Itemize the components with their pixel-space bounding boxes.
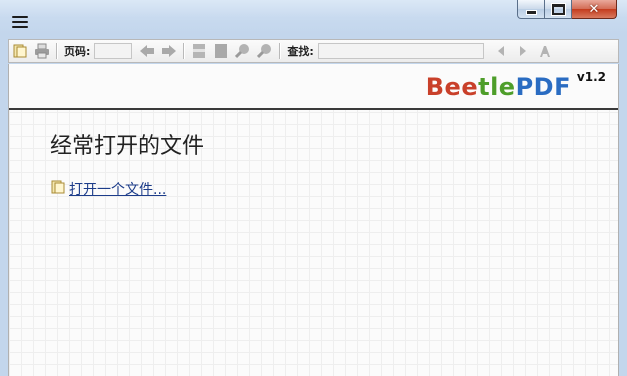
right-arrow-icon[interactable] [160, 42, 178, 60]
find-next-icon[interactable] [514, 42, 532, 60]
open-file-link-text[interactable]: 打开一个文件... [69, 179, 166, 199]
close-button[interactable]: ✕ [572, 0, 617, 19]
find-prev-icon[interactable] [492, 42, 510, 60]
zoom-in-icon[interactable] [234, 42, 252, 60]
maximize-button[interactable] [545, 0, 572, 19]
toolbar-separator [183, 43, 186, 59]
app-logo: BeetlePDF [426, 73, 571, 101]
match-case-icon[interactable] [536, 42, 554, 60]
version-label: v1.2 [576, 70, 606, 84]
brand-header: BeetlePDF v1.2 [9, 64, 618, 110]
zoom-out-icon[interactable] [256, 42, 274, 60]
toolbar-separator [279, 43, 282, 59]
left-arrow-icon[interactable] [138, 42, 156, 60]
toolbar-separator [56, 43, 58, 59]
minimize-icon [525, 9, 537, 15]
document-area: BeetlePDF v1.2 经常打开的文件 打开一个文件... [8, 64, 619, 376]
logo-part-1: Bee [425, 73, 479, 101]
search-input[interactable] [317, 43, 484, 59]
print-icon[interactable] [33, 42, 51, 60]
maximize-icon [550, 2, 566, 16]
title-bar: ✕ [0, 0, 627, 36]
open-file-icon[interactable] [11, 42, 29, 60]
recent-files-heading: 经常打开的文件 [50, 134, 205, 159]
toolbar: 页码: 查找: [8, 39, 619, 63]
fit-width-icon[interactable] [190, 42, 208, 60]
logo-part-2: tle [478, 73, 516, 101]
app-window: ✕ 页码: 查找: BeetlePDF v1.2 经常打开的文件 打开一个文件.… [0, 0, 627, 376]
hamburger-menu-icon[interactable] [12, 16, 28, 30]
fit-page-icon[interactable] [212, 42, 230, 60]
close-icon: ✕ [588, 1, 600, 17]
search-label: 查找: [287, 45, 314, 58]
logo-part-3: PDF [515, 73, 571, 101]
window-controls: ✕ [517, 0, 617, 20]
page-label: 页码: [64, 45, 91, 58]
minimize-button[interactable] [517, 0, 545, 19]
page-number-input[interactable] [94, 43, 133, 59]
open-file-link[interactable]: 打开一个文件... [50, 179, 166, 199]
open-file-icon [50, 179, 66, 199]
